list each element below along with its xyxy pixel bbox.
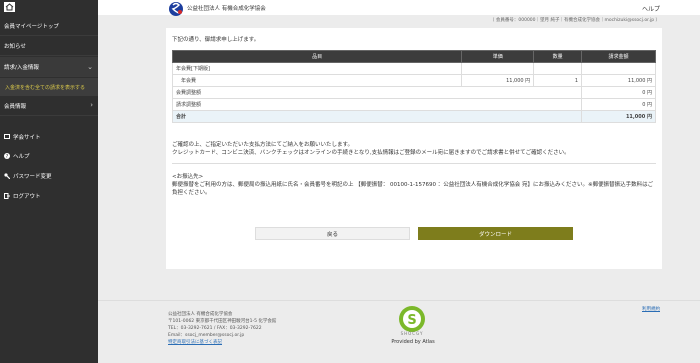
sidebar-item-label: お知らせ xyxy=(4,43,26,50)
key-icon xyxy=(4,173,11,180)
sidebar-link-label: 学会サイト xyxy=(13,135,41,141)
question-icon: ? xyxy=(4,153,10,160)
sidebar-item-member-info[interactable]: 会員情報 › xyxy=(0,96,98,116)
sidebar: 会員マイページトップ お知らせ 請求/入金情報 ⌄ 入金済を含む全ての請求を表示… xyxy=(0,0,98,363)
transfer-title: <お振込先> xyxy=(172,174,204,180)
cell-item: 年会費 xyxy=(171,74,463,87)
sidebar-item-billing[interactable]: 請求/入金情報 ⌄ xyxy=(0,57,98,77)
footer-org: 公益社団法人 有機合成化学協会 xyxy=(168,312,233,317)
user-info: （ 会員番号：000000｜望月 純子｜有機合成化学協会｜mochizuki@s… xyxy=(489,18,660,23)
table-total-row: 合計 11,000 円 xyxy=(171,110,656,123)
commercial-law-link[interactable]: 特定商取引法に基づく表記 xyxy=(168,339,276,346)
cell-item: 会費調整額 xyxy=(171,86,583,99)
logout-icon xyxy=(4,193,10,199)
cell-price xyxy=(461,62,535,75)
sidebar-link-password[interactable]: パスワード変更 xyxy=(4,172,52,180)
cell-amount xyxy=(581,62,656,75)
cell-qty: 1 xyxy=(533,74,583,87)
column-header-price: 単価 xyxy=(461,50,535,63)
sidebar-link-society-site[interactable]: 学会サイト xyxy=(4,133,41,141)
sidebar-link-help[interactable]: ? ヘルプ xyxy=(4,152,30,160)
payment-note-line: ご確認の上、ご指定いただいた支払方法にてご納入をお願いいたします。 xyxy=(172,142,353,148)
back-button[interactable]: 戻る xyxy=(255,227,410,240)
transfer-info: <お振込先> 郵便振替をご利用の方は、郵便局の振込用紙に氏名・会員番号を明記の上… xyxy=(172,173,658,197)
cell-item: 請求調整額 xyxy=(171,98,583,111)
total-label: 合計 xyxy=(171,110,583,123)
footer: 公益社団法人 有機合成化学協会 〒101-0062 東京都千代田区神田駿河台1-… xyxy=(98,300,700,363)
payment-note-line: クレジットカード、コンビニ決済、バンクチェックはオンラインの手続きとなり,支払情… xyxy=(172,150,570,156)
sidebar-link-label: ヘルプ xyxy=(13,154,30,160)
sidebar-link-label: ログアウト xyxy=(13,194,41,200)
divider xyxy=(172,163,656,164)
provided-by: Provided by Atlas xyxy=(391,339,435,345)
home-icon[interactable] xyxy=(4,2,15,12)
table-header-row: 品目 単価 数量 請求金額 xyxy=(171,50,656,63)
column-header-item: 品目 xyxy=(171,50,463,63)
total-amount: 11,000 円 xyxy=(581,110,656,123)
sidebar-subitem-all-invoices[interactable]: 入金済を含む全ての請求を表示する xyxy=(0,78,98,96)
sidebar-item-label: 会員情報 xyxy=(4,103,27,110)
sidebar-item-mypage-top[interactable]: 会員マイページトップ xyxy=(0,16,98,36)
sidebar-subitem-label: 入金済を含む全ての請求を表示する xyxy=(5,84,86,91)
sidebar-link-logout[interactable]: ログアウト xyxy=(4,192,41,200)
sidebar-item-label: 会員マイページトップ xyxy=(4,23,59,30)
chevron-down-icon: ⌄ xyxy=(87,63,93,71)
download-button[interactable]: ダウンロード xyxy=(418,227,573,240)
cell-amount: 0 円 xyxy=(581,98,656,111)
sidebar-link-label: パスワード変更 xyxy=(13,174,52,180)
invoice-table: 品目 単価 数量 請求金額 年会費[下期版] 年会費 11,000 円 1 11… xyxy=(171,50,656,123)
table-row: 年会費 11,000 円 1 11,000 円 xyxy=(171,74,656,87)
monitor-icon xyxy=(4,134,10,140)
invoice-panel: 下記の通り、御請求申し上げます。 品目 単価 数量 請求金額 年会費[下期版] … xyxy=(166,28,662,269)
payment-note: ご確認の上、ご指定いただいた支払方法にてご納入をお願いいたします。 クレジットカ… xyxy=(172,141,570,157)
invoice-intro: 下記の通り、御請求申し上げます。 xyxy=(172,37,260,43)
column-header-qty: 数量 xyxy=(533,50,583,63)
help-link[interactable]: ヘルプ xyxy=(642,4,660,13)
footer-tel: TEL：03-3292-7621 / FAX：03-3292-7622 xyxy=(168,326,262,331)
table-row: 会費調整額 0 円 xyxy=(171,86,656,99)
chevron-right-icon: › xyxy=(90,101,93,109)
table-row: 請求調整額 0 円 xyxy=(171,98,656,111)
footer-address: 〒101-0062 東京都千代田区神田駿河台1-5 化学会館 xyxy=(168,319,277,324)
terms-link[interactable]: 利用規約 xyxy=(642,306,660,312)
svg-text:S: S xyxy=(407,313,416,328)
column-header-amount: 請求金額 xyxy=(581,50,656,63)
svg-text:?: ? xyxy=(6,154,9,159)
org-name: 公益社団法人 有機合成化学協会 xyxy=(187,6,266,12)
cell-qty xyxy=(533,62,583,75)
header: 公益社団法人 有機合成化学協会 ヘルプ xyxy=(98,0,700,17)
footer-info: 公益社団法人 有機合成化学協会 〒101-0062 東京都千代田区神田駿河台1-… xyxy=(168,311,276,346)
footer-email: Email：ssocj_member@ssocj.or.jp xyxy=(168,333,245,338)
cell-item: 年会費[下期版] xyxy=(171,62,463,75)
sidebar-item-label: 請求/入金情報 xyxy=(4,64,39,71)
transfer-text: 郵便振替をご利用の方は、郵便局の振込用紙に氏名・会員番号を明記の上 【郵便振替：… xyxy=(172,182,654,196)
brand-name: SHOCGY xyxy=(400,331,424,336)
cell-amount: 11,000 円 xyxy=(581,74,656,87)
table-row: 年会費[下期版] xyxy=(171,62,656,75)
cell-price: 11,000 円 xyxy=(461,74,535,87)
cell-amount: 0 円 xyxy=(581,86,656,99)
sidebar-item-news[interactable]: お知らせ xyxy=(0,36,98,56)
society-logo-icon[interactable] xyxy=(168,1,184,17)
